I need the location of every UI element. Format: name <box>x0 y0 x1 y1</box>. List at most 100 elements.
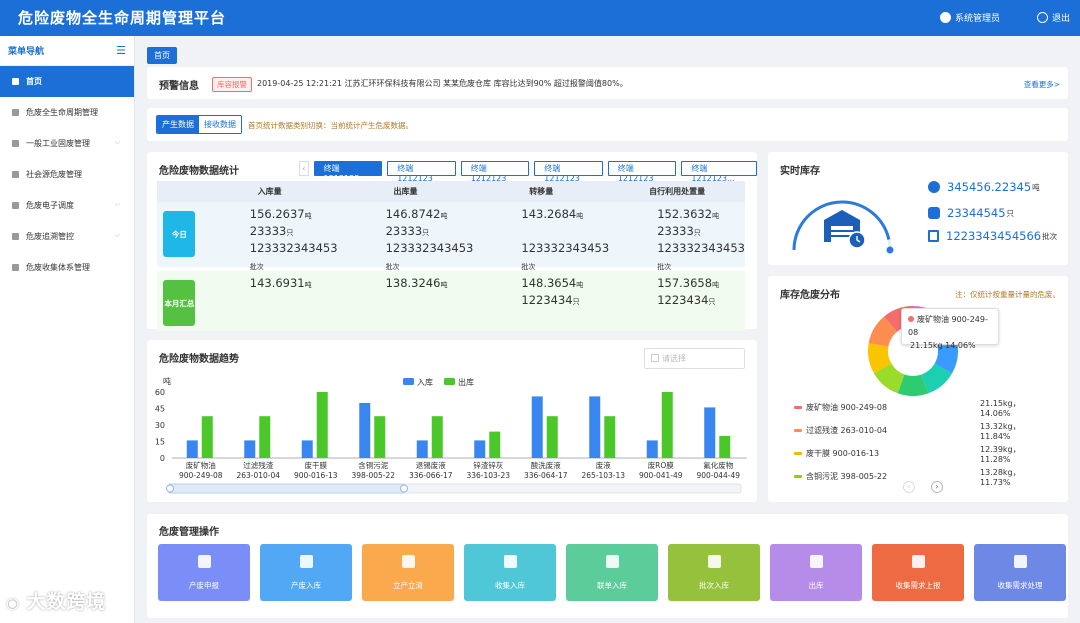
op-label: 收集入库 <box>495 581 525 590</box>
bar-out[interactable] <box>259 416 271 458</box>
legend-swatch[interactable] <box>444 378 455 385</box>
op-label: 产废入库 <box>291 581 321 590</box>
legend-label[interactable]: 入库 <box>417 377 433 387</box>
alert-card: 预警信息 库容报警 2019-04-25 12:21:21 江苏汇环环保科技有限… <box>147 67 1068 99</box>
stat-value: 143.6931 <box>249 276 305 290</box>
stat-unit: 批次 <box>249 263 264 271</box>
op-button-5[interactable]: 批次入库 <box>668 544 760 601</box>
alert-more-link[interactable]: 查看更多> <box>1024 79 1060 90</box>
sidebar-item-4[interactable]: 危废电子调度 ⌵ <box>0 190 134 221</box>
operation-icon <box>708 555 721 568</box>
terminal-tab-5[interactable]: 终端1212123... <box>681 161 758 183</box>
menu-item-icon <box>12 171 19 178</box>
month-cell: 138.3246吨 <box>338 271 474 331</box>
bar-out[interactable] <box>431 416 443 458</box>
bar-in[interactable] <box>474 440 486 458</box>
operation-icon <box>1014 555 1027 568</box>
op-button-0[interactable]: 产废申报 <box>158 544 250 601</box>
terminal-prev-button[interactable]: ‹ <box>299 161 309 176</box>
bar-out[interactable] <box>546 416 558 458</box>
stock-weight-unit: 吨 <box>1032 182 1040 192</box>
bar-in[interactable] <box>244 440 256 458</box>
zoom-range[interactable] <box>168 483 405 494</box>
bar-in[interactable] <box>589 396 601 458</box>
op-button-1[interactable]: 产废入库 <box>260 544 352 601</box>
bar-out[interactable] <box>374 416 386 458</box>
produce-data-button[interactable]: 产生数据 <box>157 116 199 133</box>
stats-col-header: 出库量 <box>337 181 474 202</box>
sidebar-item-3[interactable]: 社会源危废管理 <box>0 159 134 190</box>
bar-in[interactable] <box>186 440 198 458</box>
warehouse-icon <box>824 210 866 249</box>
stat-unit: 批次 <box>657 263 672 271</box>
sidebar-item-1[interactable]: 危废全生命周期管理 <box>0 97 134 128</box>
bar-in[interactable] <box>359 403 371 458</box>
op-button-6[interactable]: 出库 <box>770 544 862 601</box>
stats-card: 危险废物数据统计 ‹ 终端1212123 终端1212123 终端1212123 终端… <box>147 152 758 331</box>
logout-button[interactable]: 退出 <box>1036 11 1070 24</box>
zoom-handle-right[interactable] <box>400 484 408 493</box>
date-picker[interactable]: 请选择 <box>644 348 745 369</box>
sidebar: 菜单导航 ☰ 首页 危废全生命周期管理 一般工业固废管理 ⌵ 社会源危废管理 危废电子调度… <box>0 36 135 623</box>
terminal-tab-4[interactable]: 终端1212123 <box>607 161 677 183</box>
y-tick-label: 45 <box>155 405 165 414</box>
bar-out[interactable] <box>604 416 616 458</box>
bar-out[interactable] <box>316 392 328 458</box>
stat-value: 123332343453 <box>657 241 745 255</box>
terminal-tab-0[interactable]: 终端1212123 <box>313 161 383 183</box>
legend-next-button[interactable]: › <box>931 481 943 493</box>
bar-out[interactable] <box>201 416 213 458</box>
x-tick-code: 900-249-08 <box>179 471 223 480</box>
bar-in[interactable] <box>531 396 543 458</box>
bar-in[interactable] <box>301 440 313 458</box>
op-button-7[interactable]: 收集需求上报 <box>872 544 964 601</box>
bar-out[interactable] <box>719 436 731 458</box>
bar-in[interactable] <box>704 407 716 458</box>
stat-value: 148.3654 <box>521 276 577 290</box>
menu-toggle-icon[interactable]: ☰ <box>116 44 126 57</box>
operation-icon <box>402 555 415 568</box>
user-menu[interactable]: 系统管理员 <box>939 11 1000 24</box>
stat-unit: 只 <box>708 298 716 306</box>
terminal-tab-2[interactable]: 终端1212123 <box>460 161 530 183</box>
sidebar-item-2[interactable]: 一般工业固废管理 ⌵ <box>0 128 134 159</box>
x-tick-code: 398-005-22 <box>351 471 395 480</box>
x-tick-label: 废RO膜 <box>648 460 675 470</box>
distribution-title: 库存危废分布 <box>780 290 840 301</box>
bar-out[interactable] <box>489 431 501 458</box>
op-button-8[interactable]: 收集需求处理 <box>974 544 1066 601</box>
tab-home[interactable]: 首页 <box>147 47 177 64</box>
menu-item-icon <box>12 78 19 85</box>
sidebar-item-5[interactable]: 危废追溯管控 ⌵ <box>0 221 134 252</box>
sidebar-item-0[interactable]: 首页 <box>0 66 134 97</box>
donut-tooltip: 废矿物油 900-249-08 21.15kg 14.06% <box>901 308 999 350</box>
stat-unit: 吨 <box>712 281 720 289</box>
terminal-tab-1[interactable]: 终端1212123 <box>387 161 456 183</box>
date-picker-placeholder: 请选择 <box>662 354 686 363</box>
op-button-3[interactable]: 收集入库 <box>464 544 556 601</box>
op-button-2[interactable]: 立产立清 <box>362 544 454 601</box>
stat-value: 146.8742 <box>385 207 441 221</box>
op-button-4[interactable]: 联单入库 <box>566 544 658 601</box>
bar-out[interactable] <box>661 392 673 458</box>
legend-prev-button[interactable]: ‹ <box>903 481 915 493</box>
month-cell: 157.3658吨 1223434只 <box>609 271 745 331</box>
operation-icon <box>810 555 823 568</box>
stock-count-value: 23344545 <box>947 206 1006 220</box>
x-tick-label: 氟化废物 <box>703 460 733 470</box>
receive-data-button[interactable]: 接收数据 <box>199 116 241 133</box>
chevron-down-icon: ⌵ <box>114 231 120 239</box>
terminal-tab-3[interactable]: 终端1212123 <box>534 161 603 183</box>
stat-value: 23333 <box>657 224 694 238</box>
alert-badge: 库容报警 <box>212 77 252 92</box>
bar-in[interactable] <box>416 440 428 458</box>
x-tick-code: 336-066-17 <box>409 471 453 480</box>
zoom-handle-left[interactable] <box>166 484 174 493</box>
legend-swatch[interactable] <box>403 378 414 385</box>
x-tick-code: 900-016-13 <box>294 471 338 480</box>
legend-label[interactable]: 出库 <box>458 377 474 387</box>
stock-gauge <box>792 200 894 254</box>
stat-value: 1223434 <box>521 293 573 307</box>
bar-in[interactable] <box>646 440 658 458</box>
sidebar-item-6[interactable]: 危废收集体系管理 <box>0 252 134 283</box>
